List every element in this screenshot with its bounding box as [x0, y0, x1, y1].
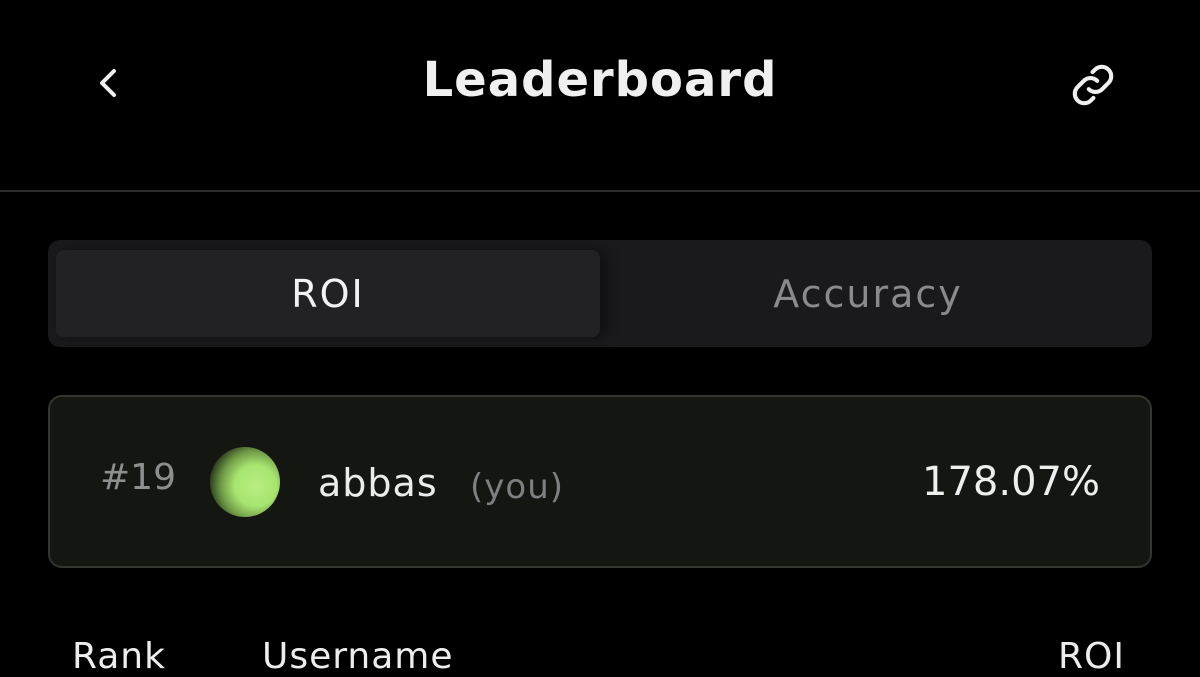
page-title: Leaderboard [422, 52, 778, 108]
share-link-button[interactable] [1064, 56, 1122, 114]
column-header-roi: ROI [1058, 636, 1125, 677]
link-icon [1072, 64, 1114, 106]
you-tag: (you) [470, 467, 565, 507]
column-header-username: Username [262, 636, 454, 677]
column-header-rank: Rank [72, 636, 166, 677]
table-header: Rank Username ROI [0, 636, 1200, 677]
metric-tabs: ROI Accuracy [48, 240, 1152, 347]
tab-roi[interactable]: ROI [56, 250, 600, 337]
username: abbas [318, 461, 438, 505]
top-bar: Leaderboard [0, 0, 1200, 192]
avatar [210, 447, 280, 517]
user-rank: #19 [100, 457, 176, 498]
current-user-card[interactable]: #19 abbas (you) 178.07% [48, 395, 1152, 568]
user-roi-value: 178.07% [922, 459, 1100, 505]
tab-accuracy[interactable]: Accuracy [596, 250, 1140, 337]
